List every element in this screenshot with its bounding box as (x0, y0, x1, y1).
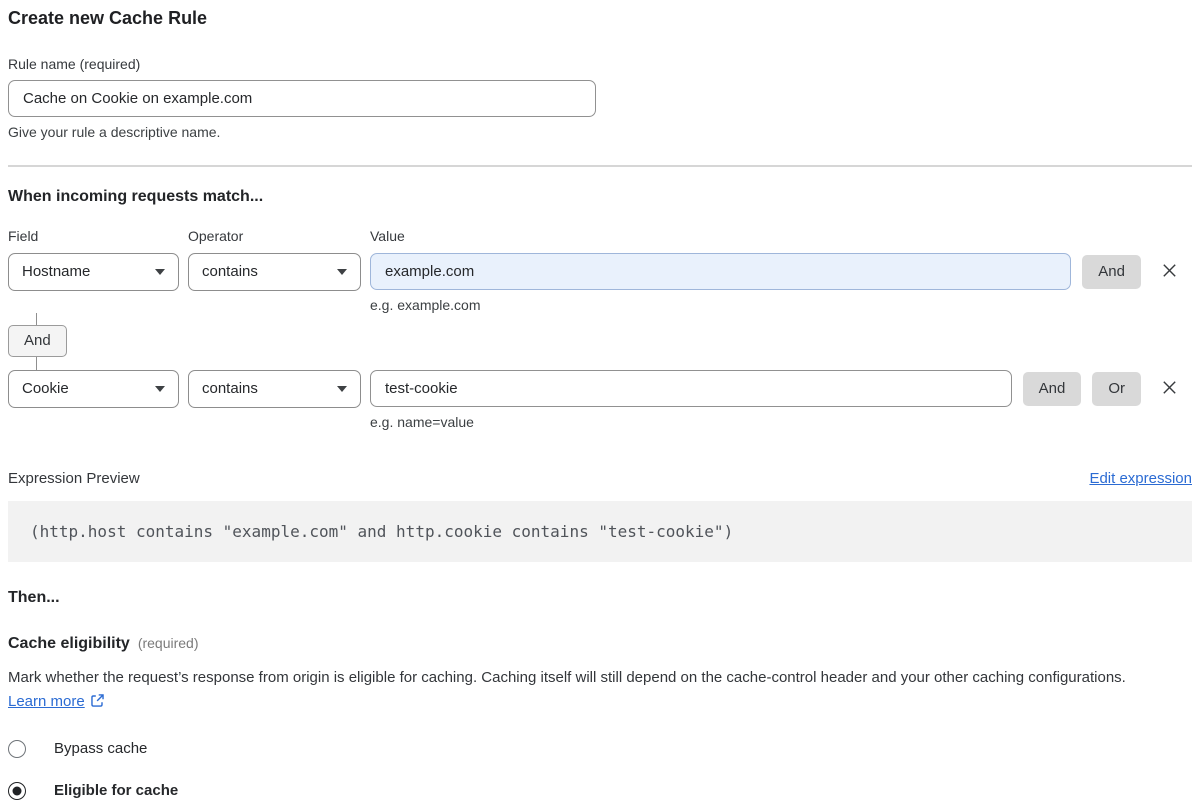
caret-down-icon (337, 386, 347, 392)
radio-label: Bypass cache (54, 740, 147, 757)
close-icon (1160, 378, 1179, 400)
remove-condition-button-2[interactable] (1158, 378, 1180, 400)
column-label-operator: Operator (188, 228, 370, 244)
caret-down-icon (155, 269, 165, 275)
radio-icon (8, 740, 26, 758)
radio-option-0[interactable]: Bypass cache (8, 740, 1192, 758)
field-select-1-value: Hostname (22, 263, 90, 280)
or-button-2[interactable]: Or (1092, 372, 1141, 406)
rule-name-input[interactable] (8, 80, 596, 117)
condition-column-labels: Field Operator Value (8, 228, 1192, 244)
operator-select-2-value: contains (202, 380, 258, 397)
field-select-2-value: Cookie (22, 380, 69, 397)
learn-more-label: Learn more (8, 693, 85, 710)
create-cache-rule-page: Create new Cache Rule Rule name (require… (8, 8, 1192, 800)
page-title: Create new Cache Rule (8, 8, 1192, 30)
expression-code: (http.host contains "example.com" and ht… (30, 522, 733, 541)
expression-code-box: (http.host contains "example.com" and ht… (8, 501, 1192, 562)
and-button-1[interactable]: And (1082, 255, 1141, 289)
rule-name-group: Rule name (required) Give your rule a de… (8, 56, 1192, 140)
value-input-1[interactable] (370, 253, 1071, 290)
close-icon (1160, 261, 1179, 283)
connector-line (36, 357, 37, 370)
condition-row-2: Cookie contains e.g. name=value And Or (8, 370, 1180, 430)
radio-option-1[interactable]: Eligible for cache (8, 782, 1192, 800)
and-button-2[interactable]: And (1023, 372, 1082, 406)
required-note: (required) (138, 635, 199, 651)
operator-select-1-value: contains (202, 263, 258, 280)
operator-select-1[interactable]: contains (188, 253, 361, 291)
field-select-1[interactable]: Hostname (8, 253, 179, 291)
connector-and-button[interactable]: And (8, 325, 67, 357)
expression-header: Expression Preview Edit expression (8, 470, 1192, 487)
edit-expression-link[interactable]: Edit expression (1089, 470, 1192, 487)
description-text: Mark whether the request’s response from… (8, 669, 1126, 686)
then-heading: Then... (8, 589, 1192, 607)
column-label-value: Value (370, 228, 1192, 244)
value-hint-2: e.g. name=value (370, 414, 1012, 430)
rule-name-label: Rule name (required) (8, 56, 1192, 72)
cache-eligibility-description: Mark whether the request’s response from… (8, 666, 1166, 716)
cache-eligibility-heading-row: Cache eligibility (required) (8, 635, 1192, 653)
remove-condition-button-1[interactable] (1158, 261, 1180, 283)
value-hint-1: e.g. example.com (370, 297, 1071, 313)
caret-down-icon (155, 386, 165, 392)
row-actions-1: And (1071, 253, 1180, 291)
row-actions-2: And Or (1012, 370, 1180, 408)
connector-line (36, 313, 37, 325)
column-label-field: Field (8, 228, 188, 244)
radio-label: Eligible for cache (54, 782, 178, 799)
value-input-2[interactable] (370, 370, 1012, 407)
match-heading: When incoming requests match... (8, 188, 1192, 206)
field-select-2[interactable]: Cookie (8, 370, 179, 408)
rule-name-help: Give your rule a descriptive name. (8, 124, 1192, 140)
operator-select-2[interactable]: contains (188, 370, 361, 408)
cache-eligibility-heading: Cache eligibility (8, 635, 130, 653)
value-column-1: e.g. example.com (370, 253, 1071, 313)
expression-preview-label: Expression Preview (8, 470, 140, 487)
value-column-2: e.g. name=value (370, 370, 1012, 430)
radio-icon (8, 782, 26, 800)
learn-more-link[interactable]: Learn more (8, 693, 105, 710)
caret-down-icon (337, 269, 347, 275)
condition-row-1: Hostname contains e.g. example.com And (8, 253, 1180, 313)
external-link-icon (90, 695, 105, 712)
section-divider (8, 165, 1192, 167)
condition-connector: And (8, 313, 1192, 370)
